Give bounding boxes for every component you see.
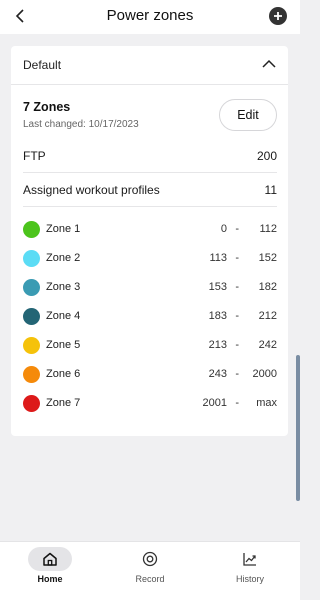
page-title: Power zones — [106, 7, 194, 24]
zone-row: Zone 6 243 - 2000 — [23, 361, 277, 390]
zone-max: max — [256, 397, 277, 409]
chevron-up-icon[interactable] — [262, 59, 276, 69]
zone-max: 2000 — [252, 368, 277, 380]
add-zone-button[interactable] — [269, 7, 287, 25]
edit-button[interactable]: Edit — [219, 99, 277, 131]
zone-name: Zone 2 — [46, 252, 81, 264]
zone-row: Zone 5 213 - 242 — [23, 332, 277, 361]
zone-dash: - — [235, 281, 239, 293]
profile-name: Default — [23, 58, 62, 72]
zone-max: 182 — [258, 281, 277, 293]
power-zone-profile-card: Default 7 Zones Last changed: 10/17/2023… — [11, 46, 288, 436]
ftp-label: FTP — [23, 149, 46, 163]
zone-row: Zone 7 2001 - max — [23, 390, 277, 419]
bottom-navigation: Home Record History — [0, 541, 300, 600]
last-changed-text: Last changed: 10/17/2023 — [23, 119, 139, 130]
zone-color-dot — [23, 395, 40, 412]
zone-min: 153 — [208, 281, 227, 293]
nav-label-home: Home — [37, 574, 63, 584]
record-icon — [142, 551, 158, 567]
nav-item-home[interactable]: Home — [0, 542, 100, 600]
zone-name: Zone 6 — [46, 368, 81, 380]
zone-dash: - — [235, 252, 239, 264]
nav-label-history: History — [235, 574, 264, 584]
zone-min: 183 — [208, 310, 227, 322]
zone-name: Zone 1 — [46, 223, 81, 235]
home-icon — [43, 552, 57, 566]
plus-circle-icon — [274, 12, 282, 20]
zone-color-dot — [23, 366, 40, 383]
ftp-value: 200 — [256, 149, 277, 163]
zone-row: Zone 2 113 - 152 — [23, 245, 277, 274]
nav-history-indicator — [228, 547, 272, 571]
assigned-profiles-label: Assigned workout profiles — [23, 183, 160, 197]
zone-max: 152 — [258, 252, 277, 264]
zone-name: Zone 4 — [46, 310, 81, 322]
zone-min: 243 — [208, 368, 227, 380]
zone-max: 242 — [258, 339, 277, 351]
zone-row: Zone 3 153 - 182 — [23, 274, 277, 303]
zone-color-dot — [23, 250, 40, 267]
trend-chart-icon — [243, 553, 256, 566]
nav-item-record[interactable]: Record — [100, 542, 200, 600]
zone-color-dot — [23, 221, 40, 238]
assigned-profiles-value: 11 — [264, 183, 277, 197]
zone-dash: - — [235, 397, 239, 409]
profile-header[interactable]: Default — [11, 46, 288, 85]
nav-record-indicator — [128, 547, 172, 571]
zone-color-dot — [23, 337, 40, 354]
zone-min: 213 — [208, 339, 227, 351]
zone-dash: - — [235, 368, 239, 380]
ftp-row: FTP 200 — [23, 140, 277, 173]
zone-dash: - — [235, 339, 239, 351]
zone-row: Zone 1 0 - 112 — [23, 216, 277, 245]
zone-max: 212 — [258, 310, 277, 322]
assigned-profiles-row: Assigned workout profiles 11 — [23, 174, 277, 207]
nav-label-record: Record — [135, 574, 165, 584]
zones-count-title: 7 Zones — [23, 100, 71, 114]
zone-name: Zone 7 — [46, 397, 81, 409]
scrollbar-thumb[interactable] — [296, 355, 300, 501]
zone-min: 2001 — [202, 397, 227, 409]
zone-max: 112 — [259, 223, 277, 235]
zone-dash: - — [235, 310, 239, 322]
nav-item-history[interactable]: History — [200, 542, 300, 600]
zone-name: Zone 5 — [46, 339, 81, 351]
zone-name: Zone 3 — [46, 281, 81, 293]
top-app-bar: Power zones — [0, 0, 300, 34]
zone-min: 0 — [220, 223, 227, 235]
zone-min: 113 — [209, 252, 227, 264]
zone-dash: - — [235, 223, 239, 235]
zone-color-dot — [23, 308, 40, 325]
zone-color-dot — [23, 279, 40, 296]
zone-row: Zone 4 183 - 212 — [23, 303, 277, 332]
nav-home-indicator — [28, 547, 72, 571]
header-spacer — [0, 34, 300, 46]
